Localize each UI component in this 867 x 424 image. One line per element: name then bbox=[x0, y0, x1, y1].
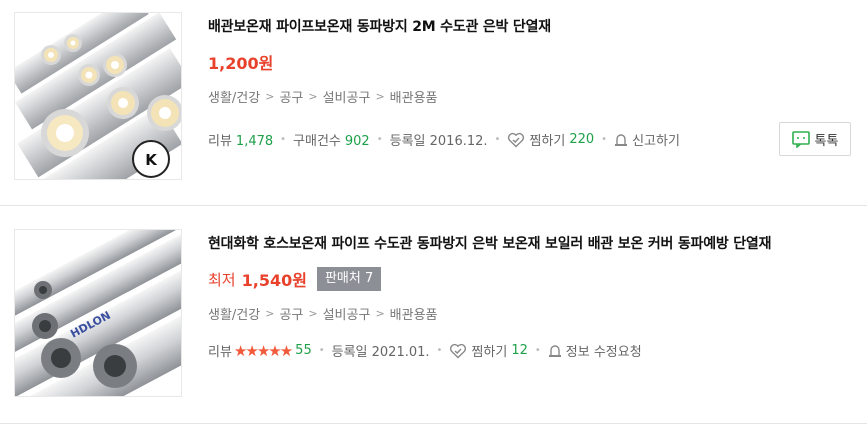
wish-label: 찜하기 bbox=[529, 134, 566, 149]
category-link[interactable]: 공구 bbox=[279, 304, 303, 323]
registered-date: 등록일 2016.12. bbox=[389, 134, 488, 149]
pipe-insulation-image: K bbox=[15, 13, 181, 179]
category-breadcrumb: 생활/건강 > 공구 > 설비공구 > 배관용품 bbox=[208, 87, 851, 106]
product-title[interactable]: 배관보온재 파이프보온재 동파방지 2M 수도관 은박 단열재 bbox=[208, 15, 851, 39]
ks-certification-mark: K bbox=[132, 140, 170, 178]
wish-button[interactable]: 찜하기 12 bbox=[449, 341, 528, 360]
report-label: 신고하기 bbox=[632, 134, 680, 149]
product-item-1: K 배관보온재 파이프보온재 동파방지 2M 수도관 은박 단열재 1,200원… bbox=[0, 0, 867, 206]
category-link[interactable]: 생활/건강 bbox=[208, 87, 260, 106]
category-link[interactable]: 공구 bbox=[279, 87, 303, 106]
review-count: 55 bbox=[295, 343, 312, 358]
product-meta: 리뷰 ★★★★★ 55 • 등록일 2021.01. • 찜하기 12 • 정보… bbox=[208, 341, 851, 361]
purchase-label: 구매건수 bbox=[293, 134, 341, 149]
separator-dot: • bbox=[436, 345, 443, 356]
report-button[interactable]: 신고하기 bbox=[614, 130, 680, 149]
seller-count-badge[interactable]: 판매처 7 bbox=[316, 267, 382, 291]
registered-date: 등록일 2021.01. bbox=[331, 345, 430, 360]
chevron-right-icon: > bbox=[375, 307, 385, 320]
talktalk-button[interactable]: 톡톡 bbox=[779, 122, 851, 156]
info-edit-label: 정보 수정요청 bbox=[565, 345, 642, 360]
purchase-count-group: 구매건수 902 bbox=[293, 130, 370, 149]
product-title[interactable]: 현대화학 호스보온재 파이프 수도관 동파방지 은박 보온재 보일러 배관 보온… bbox=[208, 232, 851, 256]
wish-label: 찜하기 bbox=[471, 345, 508, 360]
separator-dot: • bbox=[376, 134, 383, 145]
lowest-price-label: 최저 bbox=[208, 270, 236, 289]
siren-icon bbox=[548, 345, 561, 357]
product-thumbnail[interactable]: HDLON bbox=[14, 229, 182, 397]
category-link[interactable]: 배관용품 bbox=[390, 87, 438, 106]
review-link[interactable]: 리뷰 ★★★★★ 55 bbox=[208, 341, 312, 361]
category-link[interactable]: 생활/건강 bbox=[208, 304, 260, 323]
talktalk-label: 톡톡 bbox=[814, 133, 839, 149]
separator-dot: • bbox=[534, 345, 541, 356]
separator-dot: • bbox=[280, 134, 287, 145]
review-label: 리뷰 bbox=[208, 134, 232, 149]
rating-stars: ★★★★★ bbox=[233, 341, 293, 360]
price-row: 1,200원 bbox=[208, 49, 851, 75]
product-info: 배관보온재 파이프보온재 동파방지 2M 수도관 은박 단열재 1,200원 생… bbox=[208, 15, 851, 149]
product-thumbnail[interactable]: K bbox=[14, 12, 182, 180]
product-price[interactable]: 1,200원 bbox=[208, 50, 273, 74]
chevron-right-icon: > bbox=[308, 90, 318, 103]
chevron-right-icon: > bbox=[375, 90, 385, 103]
price-row: 최저 1,540원 판매처 7 bbox=[208, 266, 851, 292]
category-link[interactable]: 설비공구 bbox=[323, 87, 371, 106]
purchase-count: 902 bbox=[344, 134, 370, 149]
product-meta: 리뷰 1,478 • 구매건수 902 • 등록일 2016.12. • 찜하기 22… bbox=[208, 130, 851, 149]
category-link[interactable]: 설비공구 bbox=[323, 304, 371, 323]
svg-text:K: K bbox=[145, 151, 158, 169]
review-link[interactable]: 리뷰 1,478 bbox=[208, 130, 273, 149]
product-item-2: HDLON 현대화학 호스보온재 파이프 수도관 동파방지 은박 보온재 보일러… bbox=[0, 207, 867, 424]
wish-count: 12 bbox=[511, 343, 528, 358]
separator-dot: • bbox=[601, 134, 608, 145]
category-breadcrumb: 생활/건강 > 공구 > 설비공구 > 배관용품 bbox=[208, 304, 851, 323]
wish-button[interactable]: 찜하기 220 bbox=[507, 130, 594, 149]
chat-bubble-icon bbox=[791, 130, 810, 148]
category-link[interactable]: 배관용품 bbox=[390, 304, 438, 323]
product-info: 현대화학 호스보온재 파이프 수도관 동파방지 은박 보온재 보일러 배관 보온… bbox=[208, 232, 851, 360]
separator-dot: • bbox=[494, 134, 501, 145]
separator-dot: • bbox=[318, 345, 325, 356]
chevron-right-icon: > bbox=[308, 307, 318, 320]
product-price[interactable]: 1,540원 bbox=[242, 267, 307, 291]
info-edit-request-button[interactable]: 정보 수정요청 bbox=[548, 341, 642, 360]
hose-insulation-image: HDLON bbox=[15, 230, 181, 396]
chevron-right-icon: > bbox=[265, 90, 275, 103]
heart-check-icon bbox=[450, 343, 467, 358]
siren-icon bbox=[615, 134, 628, 146]
wish-count: 220 bbox=[569, 132, 595, 147]
review-label: 리뷰 bbox=[208, 345, 232, 360]
review-count: 1,478 bbox=[235, 134, 274, 149]
heart-check-icon bbox=[508, 132, 525, 147]
chevron-right-icon: > bbox=[265, 307, 275, 320]
